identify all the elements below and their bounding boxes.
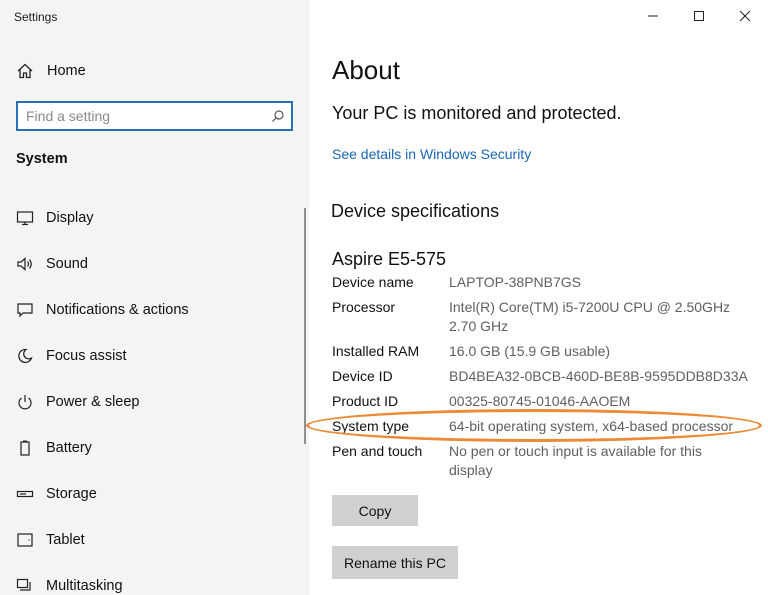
spec-value: 00325-80745-01046-AAOEM (449, 393, 631, 409)
sidebar-item-battery[interactable]: Battery (16, 437, 92, 459)
device-model: Aspire E5-575 (332, 249, 447, 269)
sidebar-item-notifications[interactable]: Notifications & actions (16, 299, 189, 321)
spec-row-processor: Processor Intel(R) Core(TM) i5-7200U CPU… (332, 298, 762, 336)
security-link[interactable]: See details in Windows Security (332, 146, 531, 162)
storage-icon (16, 485, 34, 503)
app-title: Settings (14, 10, 58, 24)
protection-status: Your PC is monitored and protected. (332, 103, 622, 123)
tablet-icon (16, 531, 34, 549)
sidebar-item-label: Battery (46, 440, 92, 456)
notification-icon (16, 301, 34, 319)
close-button[interactable] (722, 0, 768, 32)
spec-row-installed-ram: Installed RAM 16.0 GB (15.9 GB usable) (332, 342, 762, 361)
sidebar-scrollbar[interactable] (304, 208, 306, 444)
home-icon (17, 63, 33, 79)
spec-value: BD4BEA32-0BCB-460D-BE8B-9595DDB8D33A (449, 368, 748, 384)
sidebar-item-label: Power & sleep (46, 394, 140, 410)
spec-row-device-name: Device name LAPTOP-38PNB7GS (332, 273, 762, 292)
highlight-annotation (306, 409, 762, 442)
spec-label: Device ID (332, 368, 393, 384)
section-title: System (16, 151, 68, 167)
maximize-button[interactable] (676, 0, 722, 32)
speaker-icon (16, 255, 34, 273)
sidebar-item-label: Display (46, 210, 94, 226)
power-icon (16, 393, 34, 411)
home-label: Home (47, 63, 86, 79)
sidebar-item-power-sleep[interactable]: Power & sleep (16, 391, 140, 413)
copy-button[interactable]: Copy (332, 495, 418, 526)
sidebar-item-tablet[interactable]: Tablet (16, 529, 85, 551)
rename-pc-button[interactable]: Rename this PC (332, 546, 458, 579)
sidebar-item-label: Tablet (46, 532, 85, 548)
spec-row-pen-touch: Pen and touch No pen or touch input is a… (332, 442, 762, 480)
spec-label: Product ID (332, 393, 399, 409)
maximize-icon (694, 11, 704, 21)
spec-label: Device name (332, 274, 414, 290)
sidebar-item-multitasking[interactable]: Multitasking (16, 575, 123, 595)
sidebar-item-display[interactable]: Display (16, 207, 94, 229)
sidebar-item-label: Storage (46, 486, 97, 502)
display-icon (16, 209, 34, 227)
sidebar-item-focus-assist[interactable]: Focus assist (16, 345, 127, 367)
spec-label: Installed RAM (332, 343, 420, 359)
device-spec-heading: Device specifications (331, 201, 500, 221)
window-controls (630, 0, 768, 32)
spec-label: Processor (332, 299, 396, 315)
sidebar-item-label: Sound (46, 256, 88, 272)
search-input[interactable] (26, 107, 266, 125)
home-nav-item[interactable]: Home (16, 61, 86, 81)
minimize-button[interactable] (630, 0, 676, 32)
page-title: About (332, 55, 400, 85)
sidebar-item-label: Multitasking (46, 578, 123, 594)
multitasking-icon (16, 577, 34, 595)
spec-value: LAPTOP-38PNB7GS (449, 274, 582, 290)
minimize-icon (648, 15, 658, 17)
main-content: About Your PC is monitored and protected… (309, 0, 768, 595)
sidebar-item-label: Notifications & actions (46, 302, 189, 318)
spec-value: Intel(R) Core(TM) i5-7200U CPU @ 2.50GHz… (449, 299, 731, 334)
battery-icon (16, 439, 34, 457)
spec-row-device-id: Device ID BD4BEA32-0BCB-460D-BE8B-9595DD… (332, 367, 762, 386)
spec-value: 16.0 GB (15.9 GB usable) (449, 343, 611, 359)
moon-icon (16, 347, 34, 365)
search-icon[interactable] (271, 109, 285, 123)
sidebar-item-storage[interactable]: Storage (16, 483, 97, 505)
close-icon (739, 10, 751, 22)
sidebar: Settings Home System Display Sound Notif… (0, 0, 309, 595)
sidebar-item-label: Focus assist (46, 348, 127, 364)
spec-value: No pen or touch input is available for t… (449, 443, 702, 478)
search-box[interactable] (16, 101, 293, 131)
spec-label: Pen and touch (332, 443, 423, 459)
sidebar-item-sound[interactable]: Sound (16, 253, 88, 275)
